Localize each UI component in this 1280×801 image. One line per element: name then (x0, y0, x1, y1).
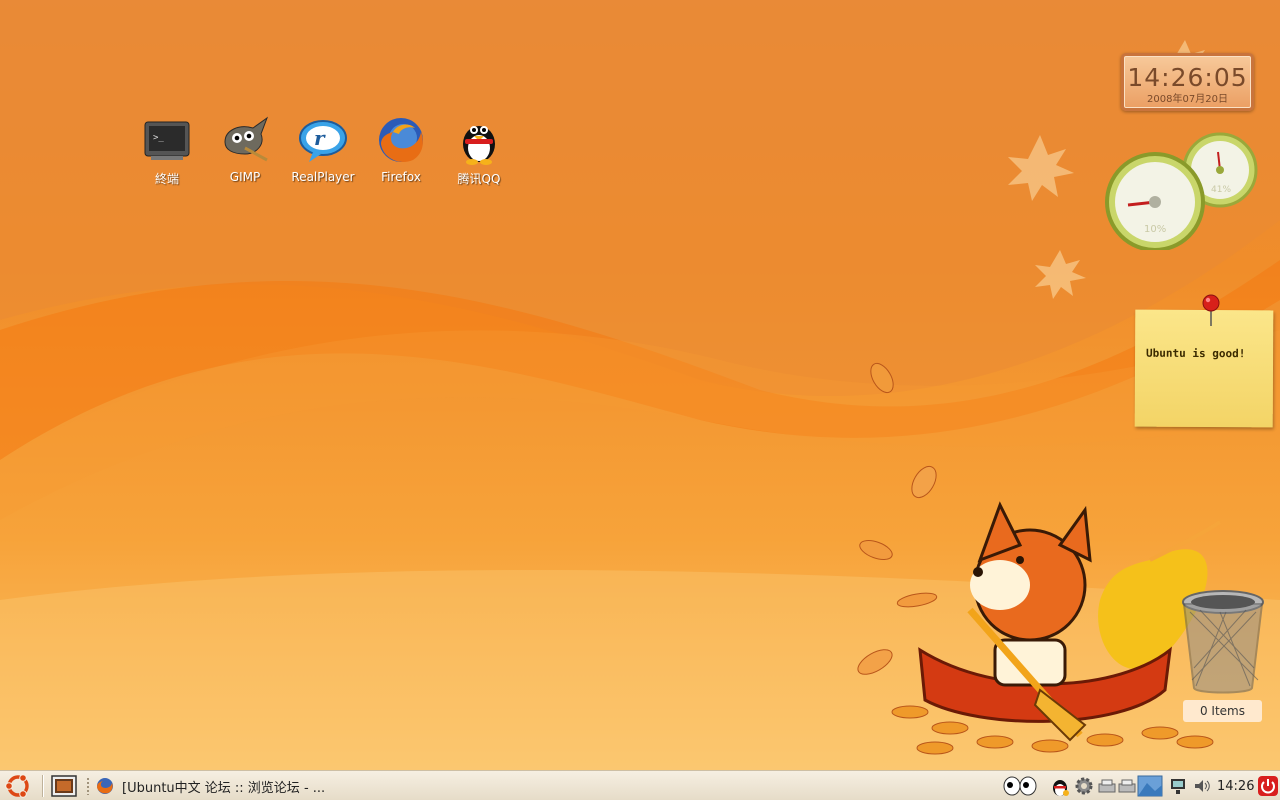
show-desktop-icon (51, 775, 77, 797)
terminal-icon: >_ (144, 121, 190, 160)
tray-network[interactable] (1168, 771, 1188, 801)
desktop[interactable]: >_ 終端 GIMP r RealPlayer Firefox 腾讯QQ 14:… (0, 0, 1280, 770)
power-icon (1258, 776, 1278, 796)
ram-percent: 41% (1211, 185, 1231, 195)
panel-clock[interactable]: 14:26 (1217, 771, 1254, 801)
qq-tray-icon (1053, 780, 1069, 796)
tray-printer-1[interactable] (1097, 771, 1117, 801)
desktop-icon-realplayer[interactable]: r RealPlayer (285, 114, 361, 184)
sticky-note-text: Ubuntu is good! (1146, 346, 1246, 361)
desktop-icon-label: 終端 (154, 172, 179, 186)
desktop-icon-terminal[interactable]: >_ 終端 (129, 114, 205, 187)
desktop-icon-gimp[interactable]: GIMP (207, 114, 283, 184)
panel-clock-text: 14:26 (1217, 778, 1255, 794)
panel-separator (42, 775, 44, 797)
workspace-icon (1137, 775, 1163, 797)
bottom-panel: [Ubuntu中文 论坛 :: 浏览论坛 - ... 14:26 (0, 770, 1280, 800)
desktop-icon-label: Firefox (381, 170, 421, 184)
network-icon (1171, 779, 1185, 794)
desktop-icon-label: GIMP (229, 170, 261, 184)
main-menu-button[interactable] (2, 771, 34, 801)
gear-icon (1075, 777, 1093, 795)
tray-qq[interactable] (1050, 771, 1070, 801)
trash-label: 0 Items (1183, 700, 1262, 722)
svg-text:r: r (314, 126, 326, 150)
ubuntu-logo-icon (5, 774, 29, 798)
eyes-icon (1003, 776, 1037, 796)
taskbar-window-title: [Ubuntu中文 论坛 :: 浏览论坛 - ... (122, 780, 326, 796)
taskbar-window-button[interactable]: [Ubuntu中文 论坛 :: 浏览论坛 - ... (96, 771, 396, 801)
clock-time: 14:26:05 (1127, 63, 1248, 92)
tray-settings[interactable] (1073, 771, 1095, 801)
firefox-icon (379, 118, 423, 163)
desktop-icon-label: RealPlayer (291, 170, 355, 184)
tray-volume[interactable] (1192, 771, 1212, 801)
printer-icon (1118, 779, 1136, 793)
desktop-icon-qq[interactable]: 腾讯QQ (441, 114, 517, 187)
clock-widget[interactable]: 14:26:05 2008年07月20日 (1121, 53, 1254, 111)
svg-text:>_: >_ (153, 133, 164, 143)
clock-date: 2008年07月20日 (1147, 94, 1228, 105)
qq-penguin-icon (463, 126, 495, 165)
realplayer-icon: r (299, 120, 347, 162)
tray-printer-2[interactable] (1117, 771, 1137, 801)
shutdown-button[interactable] (1257, 771, 1279, 801)
system-monitor-gauges[interactable]: 41% 10% (1100, 130, 1260, 250)
desktop-icon-label: 腾讯QQ (457, 172, 501, 186)
cpu-percent: 10% (1144, 224, 1166, 235)
desktop-icon-firefox[interactable]: Firefox (363, 114, 439, 184)
show-desktop-button[interactable] (49, 771, 79, 801)
tray-eyes[interactable] (1002, 771, 1038, 801)
printer-icon (1098, 779, 1116, 793)
trash-icon[interactable] (1180, 588, 1266, 698)
volume-icon (1195, 780, 1210, 792)
gimp-icon (224, 116, 269, 162)
tray-workspace[interactable] (1137, 771, 1163, 801)
panel-grip[interactable] (86, 777, 90, 795)
firefox-small-icon (97, 778, 113, 794)
pushpin-icon (1202, 294, 1220, 326)
